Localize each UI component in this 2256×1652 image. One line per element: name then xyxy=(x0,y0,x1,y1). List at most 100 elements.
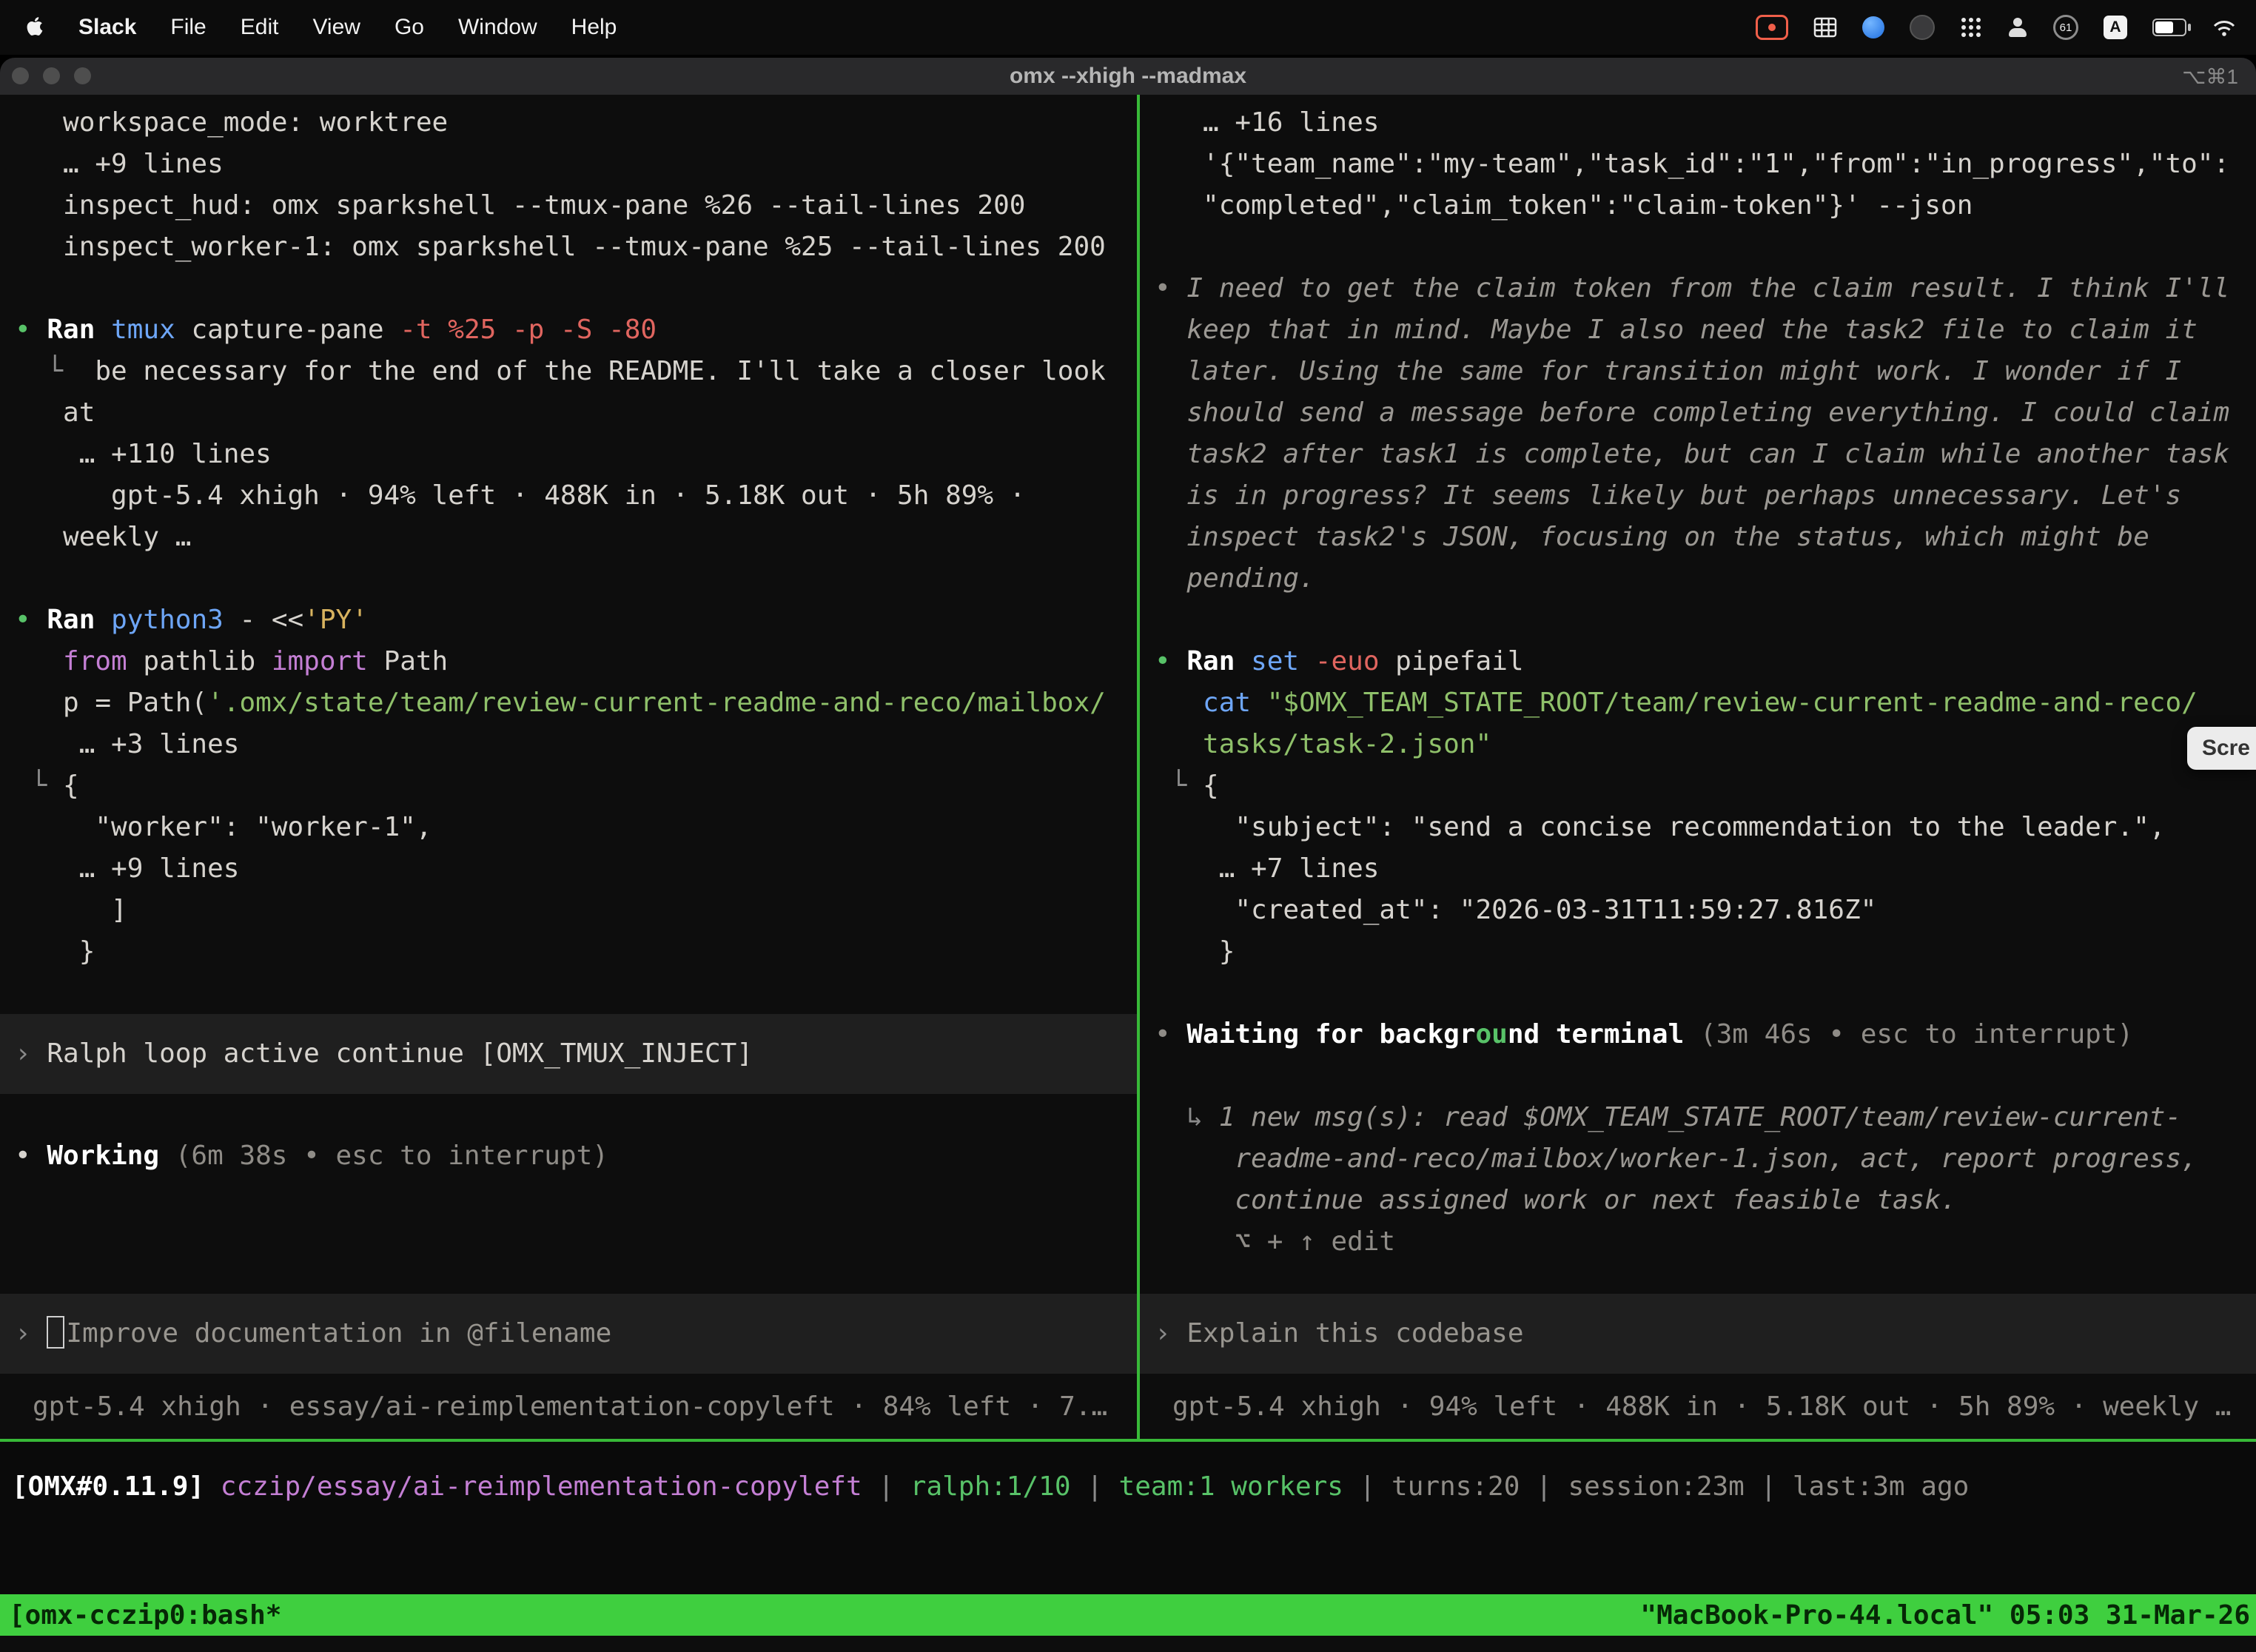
text-segment: Ran xyxy=(47,605,95,635)
text-segment: "created_at": "2026-03-31T11:59:27.816Z" xyxy=(1155,895,1876,925)
right-input-line[interactable]: › Explain this codebase xyxy=(1140,1313,2256,1354)
terminal-window: omx --xhigh --madmax ⌥⌘1 workspace_mode:… xyxy=(0,58,2256,1652)
left-input-line[interactable]: › Improve documentation in @filename xyxy=(0,1313,1137,1354)
text-segment: └ xyxy=(15,356,95,386)
tmux-session-label[interactable]: [omx-cczip0:bash* xyxy=(0,1600,281,1631)
text-segment: … +9 lines xyxy=(15,853,239,884)
text-segment: session:23m xyxy=(1568,1471,1744,1502)
text-segment: I need to get the claim token from the c… xyxy=(1186,273,2246,594)
text-segment: %25 xyxy=(448,315,496,345)
terminal-line: ⌥ + ↑ edit xyxy=(1140,1221,2256,1263)
terminal-line: └ be necessary for the end of the README… xyxy=(0,351,1137,392)
text-segment: ↳ xyxy=(1155,1102,1219,1132)
text-segment: last:3m ago xyxy=(1793,1471,1969,1502)
left-pane-content: workspace_mode: worktree … +9 lines insp… xyxy=(0,102,1137,1177)
user-silhouette-icon[interactable] xyxy=(2007,17,2028,38)
menu-item-view[interactable]: View xyxy=(312,15,360,40)
text-segment xyxy=(1299,646,1315,676)
menu-item-slack[interactable]: Slack xyxy=(78,15,136,40)
terminal-line xyxy=(0,268,1137,309)
text-segment: "worker": "worker-1", xyxy=(15,812,432,842)
text-segment: cczip/essay/ai-reimplementation-copyleft xyxy=(221,1471,862,1502)
highlight-band-line: › Ralph loop active continue [OMX_TMUX_I… xyxy=(0,1033,1137,1075)
text-segment: } xyxy=(15,936,95,967)
terminal-line xyxy=(1140,226,2256,268)
text-segment: 1 new msg(s): read $OMX_TEAM_STATE_ROOT/… xyxy=(1219,1102,2181,1132)
screenshot-preview-overlay[interactable]: Scre xyxy=(2187,727,2256,770)
zoom-button[interactable] xyxy=(74,67,91,84)
text-segment: inspect_hud: omx sparkshell --tmux-pane … xyxy=(15,190,1025,221)
text-segment xyxy=(204,1471,221,1502)
right-terminal-pane[interactable]: … +16 lines '{"team_name":"my-team","tas… xyxy=(1140,95,2256,1439)
terminal-line: "completed","claim_token":"claim-token"}… xyxy=(1140,185,2256,226)
text-segment: "subject": "send a concise recommendatio… xyxy=(1155,812,2165,842)
terminal-line xyxy=(1140,973,2256,1014)
text-segment: readme-and-reco/mailbox/worker-1.json, a… xyxy=(1155,1144,2198,1174)
circle-app-icon[interactable] xyxy=(1910,15,1935,40)
terminal-line: cat "$OMX_TEAM_STATE_ROOT/team/review-cu… xyxy=(1140,682,2256,724)
dots-grid-icon[interactable] xyxy=(1960,16,1982,38)
terminal-line: … +16 lines xyxy=(1140,102,2256,144)
right-input-band[interactable]: › Explain this codebase xyxy=(1140,1294,2256,1374)
text-segment: tasks/task-2.json" xyxy=(1155,729,1491,759)
left-terminal-pane[interactable]: workspace_mode: worktree … +9 lines insp… xyxy=(0,95,1137,1439)
text-segment: set xyxy=(1251,646,1299,676)
text-segment: inspect_worker-1: omx sparkshell --tmux-… xyxy=(15,232,1106,262)
terminal-line: … +7 lines xyxy=(1140,848,2256,890)
terminal-line: } xyxy=(0,931,1137,973)
text-segment xyxy=(496,315,512,345)
terminal-line xyxy=(0,1094,1137,1135)
terminal-line: └ { xyxy=(0,765,1137,807)
menu-bar: Slack File Edit View Go Window Help 61 A xyxy=(0,0,2256,55)
apple-logo-icon[interactable] xyxy=(25,16,44,38)
text-segment: be necessary for the end of the README. … xyxy=(95,356,1105,386)
prompt-chevron: › xyxy=(1155,1318,1186,1349)
text-segment: … +9 lines xyxy=(15,149,224,179)
gauge-badge-icon[interactable]: 61 xyxy=(2053,15,2078,40)
text-segment: └ xyxy=(15,770,63,801)
terminal-line: "subject": "send a concise recommendatio… xyxy=(1140,807,2256,848)
terminal-line: ] xyxy=(0,890,1137,931)
text-segment xyxy=(15,646,63,676)
text-segment: } xyxy=(1155,936,1235,967)
terminal-line: } xyxy=(1140,931,2256,973)
text-segment: … +110 lines xyxy=(15,439,272,469)
window-title-bar[interactable]: omx --xhigh --madmax ⌥⌘1 xyxy=(0,58,2256,95)
terminal-line: workspace_mode: worktree xyxy=(0,102,1137,144)
menu-item-edit[interactable]: Edit xyxy=(241,15,279,40)
terminal-line xyxy=(0,973,1137,1014)
keyboard-input-source-icon[interactable]: A xyxy=(2104,16,2127,39)
wifi-icon[interactable] xyxy=(2212,17,2237,38)
right-pane-bottom: › Explain this codebase gpt-5.4 xhigh · … xyxy=(1140,1294,2256,1439)
text-segment: { xyxy=(63,770,79,801)
minimize-button[interactable] xyxy=(43,67,60,84)
grid-app-icon[interactable] xyxy=(1813,17,1837,38)
terminal-line: • Ran tmux capture-pane -t %25 -p -S -80 xyxy=(0,309,1137,351)
blue-shield-icon[interactable] xyxy=(1862,16,1884,38)
window-title: omx --xhigh --madmax xyxy=(1010,64,1246,89)
text-segment: -t xyxy=(400,315,432,345)
left-input-placeholder: Improve documentation in @filename xyxy=(66,1318,611,1349)
text-segment: turns:20 xyxy=(1391,1471,1520,1502)
close-button[interactable] xyxy=(12,67,29,84)
menu-item-help[interactable]: Help xyxy=(571,15,617,40)
terminal-line: from pathlib import Path xyxy=(0,641,1137,682)
text-segment: Working xyxy=(47,1141,159,1171)
text-segment: python3 xyxy=(111,605,224,635)
text-segment: • xyxy=(15,315,47,345)
menu-item-file[interactable]: File xyxy=(170,15,206,40)
left-input-band[interactable]: › Improve documentation in @filename xyxy=(0,1294,1137,1374)
omx-hud-area: [OMX#0.11.9] cczip/essay/ai-reimplementa… xyxy=(0,1442,2256,1594)
text-segment: › xyxy=(15,1038,47,1069)
screen-recording-indicator-icon[interactable] xyxy=(1756,15,1788,40)
terminal-line xyxy=(1140,600,2256,641)
battery-icon[interactable] xyxy=(2152,19,2186,36)
terminal-line: weekly … xyxy=(0,517,1137,558)
text-segment: | xyxy=(862,1471,910,1502)
menu-item-go[interactable]: Go xyxy=(395,15,424,40)
prompt-chevron: › xyxy=(15,1318,47,1349)
terminal-line: "created_at": "2026-03-31T11:59:27.816Z" xyxy=(1140,890,2256,931)
terminal-line: • Ran set -euo pipefail xyxy=(1140,641,2256,682)
text-segment xyxy=(1235,646,1251,676)
menu-item-window[interactable]: Window xyxy=(458,15,537,40)
